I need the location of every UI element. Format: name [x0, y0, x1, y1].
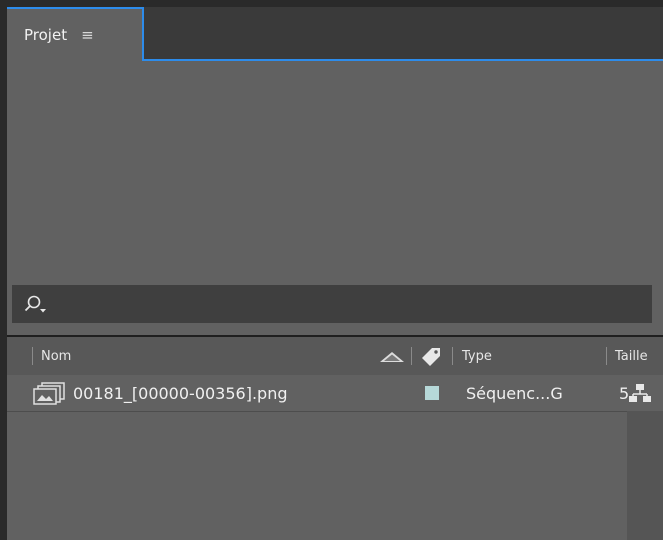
item-type: Séquenc...G [466, 383, 563, 403]
item-name: 00181_[00000-00356].png [73, 383, 288, 403]
item-size: 5 [619, 383, 630, 403]
network-icon [629, 375, 651, 411]
column-divider[interactable] [606, 347, 607, 365]
column-header-name-label: Nom [41, 348, 72, 364]
column-divider[interactable] [411, 347, 412, 365]
tab-projet[interactable]: Projet ≡ [7, 7, 144, 61]
project-panel: Nom Type Taille 00181_[00000-00356].png … [7, 61, 663, 540]
search-input[interactable] [12, 285, 652, 323]
tab-label: Projet [24, 26, 68, 44]
column-header-type-label: Type [462, 348, 492, 364]
label-color-swatch[interactable] [425, 375, 439, 411]
panel-tab-bar: Projet ≡ [7, 7, 663, 61]
column-header-row: Nom Type Taille [7, 337, 663, 375]
image-sequence-icon [32, 375, 66, 411]
column-divider[interactable] [32, 347, 33, 365]
label-tag-icon[interactable] [419, 337, 443, 375]
preview-area [7, 61, 663, 283]
panel-menu-icon[interactable]: ≡ [81, 27, 94, 43]
table-row[interactable]: 00181_[00000-00356].png Séquenc...G 5 [7, 375, 663, 412]
column-divider[interactable] [452, 347, 453, 365]
window-frame: Projet ≡ Nom Type Taille 00181_[00000-00… [0, 0, 663, 540]
scrollbar-track[interactable] [627, 411, 663, 540]
column-header-size-label: Taille [615, 348, 648, 364]
label-swatch [425, 386, 439, 400]
sort-ascending-icon[interactable] [379, 337, 405, 375]
search-icon[interactable] [22, 293, 48, 315]
column-header-type[interactable]: Type [462, 337, 492, 375]
column-header-size[interactable]: Taille [615, 337, 648, 375]
column-header-name[interactable]: Nom [41, 337, 71, 375]
